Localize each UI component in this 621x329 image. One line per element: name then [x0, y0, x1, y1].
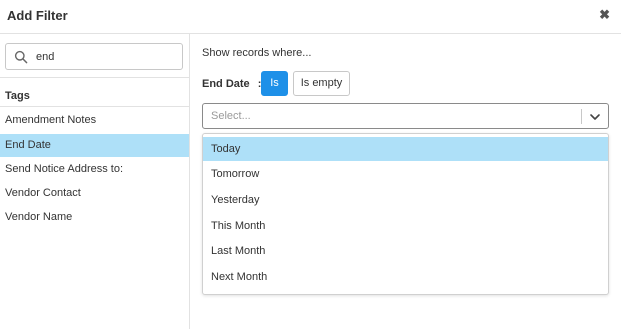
tag-search-input[interactable] — [36, 48, 176, 66]
tag-item-vendor-contact[interactable]: Vendor Contact — [0, 182, 189, 205]
modal-title: Add Filter — [7, 8, 68, 23]
option-last-month[interactable]: Last Month — [203, 239, 608, 263]
option-tomorrow[interactable]: Tomorrow — [203, 162, 608, 186]
option-today[interactable]: Today — [203, 137, 608, 161]
tag-item-amendment-notes[interactable]: Amendment Notes — [0, 109, 189, 132]
option-this-month[interactable]: This Month — [203, 214, 608, 238]
search-divider — [0, 77, 189, 78]
select-placeholder: Select... — [211, 110, 251, 122]
field-label: End Date : — [202, 78, 261, 90]
filter-panel: Show records where... End Date : Is Is e… — [191, 34, 621, 329]
option-next-month[interactable]: Next Month — [203, 265, 608, 289]
chevron-down-icon[interactable] — [589, 111, 601, 123]
tag-item-send-notice-address[interactable]: Send Notice Address to: — [0, 158, 189, 181]
tag-item-end-date[interactable]: End Date — [0, 134, 189, 157]
tag-item-vendor-name[interactable]: Vendor Name — [0, 206, 189, 229]
close-icon[interactable]: ✖ — [599, 7, 610, 23]
value-select[interactable]: Select... — [202, 103, 609, 129]
select-separator — [581, 109, 582, 124]
option-yesterday[interactable]: Yesterday — [203, 188, 608, 212]
tags-heading: Tags — [5, 90, 30, 102]
show-records-label: Show records where... — [202, 47, 312, 59]
tags-divider — [0, 106, 189, 107]
search-icon — [14, 50, 28, 64]
tag-search-box[interactable] — [5, 43, 183, 70]
tag-sidebar: Tags Amendment Notes End Date Send Notic… — [0, 34, 190, 329]
select-options-menu: Today Tomorrow Yesterday This Month Last… — [202, 133, 609, 295]
operator-is-empty-button[interactable]: Is empty — [293, 71, 350, 96]
field-name: End Date — [202, 78, 250, 90]
operator-is-button[interactable]: Is — [261, 71, 288, 96]
modal-header: Add Filter ✖ — [0, 0, 621, 34]
